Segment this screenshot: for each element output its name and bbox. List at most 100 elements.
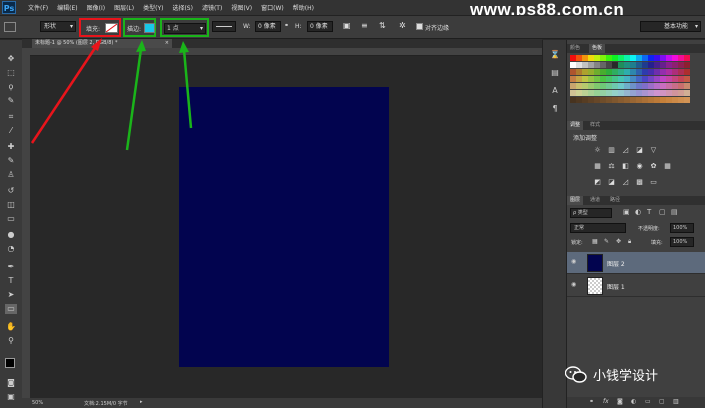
move-tool-icon[interactable]: ✥ (5, 54, 17, 64)
menu-filter[interactable]: 滤镜(T) (202, 3, 222, 12)
brush-tool-icon[interactable]: ✎ (5, 156, 17, 166)
zoom-level[interactable]: 50% (32, 400, 43, 406)
character-panel-icon[interactable]: A (549, 86, 561, 96)
link-icon[interactable]: ⚭ (284, 22, 289, 29)
quick-mask-icon[interactable]: ◙ (5, 378, 17, 388)
tab-color[interactable]: 颜色 (567, 44, 583, 53)
filter-smart-icon[interactable]: ▤ (671, 208, 678, 216)
color-lookup-icon[interactable]: ▦ (663, 162, 672, 170)
gradient-tool-icon[interactable]: ▭ (5, 214, 17, 224)
swatches-grid[interactable] (570, 55, 692, 103)
tab-layers[interactable]: 图层 (567, 196, 584, 205)
type-tool-icon[interactable]: T (5, 276, 17, 286)
layer-filter-select[interactable]: ρ 类型 (570, 208, 612, 218)
tab-channels[interactable]: 通道 (587, 196, 603, 205)
color-swatch[interactable] (684, 97, 690, 103)
clone-stamp-tool-icon[interactable]: ♙ (5, 170, 17, 180)
menu-edit[interactable]: 编辑(E) (57, 3, 77, 12)
blur-tool-icon[interactable]: ● (5, 230, 17, 240)
path-selection-tool-icon[interactable]: ➤ (5, 290, 17, 300)
curves-icon[interactable]: ◿ (621, 146, 630, 154)
paragraph-panel-icon[interactable]: ¶ (549, 104, 561, 114)
lock-icon[interactable]: 🔒︎ (628, 238, 631, 246)
stroke-type-select[interactable] (212, 21, 236, 32)
color-swatch[interactable] (684, 76, 690, 82)
gear-icon[interactable]: ✲ (399, 21, 406, 30)
chevron-right-icon[interactable]: ▸ (140, 399, 143, 405)
eraser-tool-icon[interactable]: ◫ (5, 200, 17, 210)
foreground-color-swatch[interactable] (5, 358, 15, 368)
pen-tool-icon[interactable]: ✒ (5, 262, 17, 272)
tab-adjustments[interactable]: 调整 (567, 121, 584, 130)
hue-saturation-icon[interactable]: ▦ (593, 162, 602, 170)
quick-select-tool-icon[interactable]: ✎ (5, 96, 17, 106)
rectangle-tool-icon[interactable]: ▭ (5, 304, 17, 314)
width-input[interactable]: 0 像素 (255, 21, 281, 32)
healing-brush-tool-icon[interactable]: ✚ (5, 142, 17, 152)
menu-type[interactable]: 类型(Y) (143, 3, 163, 12)
document-canvas[interactable] (179, 87, 389, 367)
path-arrangement-icon[interactable]: ⇅ (379, 21, 386, 30)
new-group-icon[interactable]: ▭ (645, 398, 651, 405)
menu-select[interactable]: 选择(S) (172, 3, 193, 12)
layer-row[interactable]: ◉ 图层 2 (567, 252, 705, 274)
brightness-icon[interactable]: ☼ (593, 146, 602, 154)
eye-icon[interactable]: ◉ (571, 282, 579, 288)
path-alignment-icon[interactable]: ≡ (361, 21, 368, 30)
tab-styles[interactable]: 样式 (587, 121, 603, 130)
menu-window[interactable]: 窗口(W) (261, 3, 284, 12)
menu-file[interactable]: 文件(F) (28, 3, 48, 12)
channel-mixer-icon[interactable]: ✿ (649, 162, 658, 170)
screen-mode-icon[interactable]: ▣ (5, 392, 17, 402)
layer-style-icon[interactable]: fx (603, 398, 609, 405)
tool-preset-icon[interactable] (4, 22, 16, 32)
mode-select[interactable]: 形状 ▾ (40, 21, 76, 32)
filter-shape-icon[interactable]: ▢ (659, 208, 666, 216)
opacity-input[interactable]: 100% (670, 223, 694, 233)
hand-tool-icon[interactable]: ✋ (5, 322, 17, 332)
layer-name[interactable]: 图层 1 (607, 282, 625, 291)
color-swatch[interactable] (684, 90, 690, 96)
menu-layer[interactable]: 图层(L) (114, 3, 134, 12)
layer-name[interactable]: 图层 2 (607, 259, 625, 268)
history-brush-tool-icon[interactable]: ↺ (5, 186, 17, 196)
menu-image[interactable]: 图像(I) (87, 3, 105, 12)
filter-type-icon[interactable]: T (647, 208, 651, 216)
color-swatch[interactable] (684, 55, 690, 61)
vibrance-icon[interactable]: ▽ (649, 146, 658, 154)
stroke-size-input[interactable]: 1 点 ▾ (164, 23, 206, 34)
fill-opacity-input[interactable]: 100% (670, 237, 694, 247)
layer-row[interactable]: ◉ 图层 1 (567, 275, 705, 297)
filter-adjust-icon[interactable]: ◐ (635, 208, 641, 216)
color-swatch[interactable] (684, 62, 690, 68)
exposure-icon[interactable]: ◪ (635, 146, 644, 154)
add-mask-icon[interactable]: ◙ (617, 398, 623, 405)
lock-image-icon[interactable]: ✎ (604, 238, 609, 245)
lasso-tool-icon[interactable]: ϙ (5, 82, 17, 92)
close-icon[interactable]: × (165, 39, 169, 48)
levels-icon[interactable]: ▥ (607, 146, 616, 154)
black-white-icon[interactable]: ◧ (621, 162, 630, 170)
color-swatch[interactable] (684, 83, 690, 89)
eye-icon[interactable]: ◉ (571, 259, 579, 265)
crop-tool-icon[interactable]: ⌗ (5, 112, 17, 122)
workspace-select[interactable]: 基本功能 ▾ (640, 21, 701, 32)
stroke-swatch[interactable] (144, 23, 155, 33)
marquee-tool-icon[interactable]: ⬚ (5, 68, 17, 78)
dodge-tool-icon[interactable]: ◔ (5, 244, 17, 254)
history-panel-icon[interactable]: ⌛ (549, 50, 561, 60)
lock-pixels-icon[interactable]: ▦ (592, 238, 598, 245)
color-balance-icon[interactable]: ⚖ (607, 162, 616, 170)
align-edges-checkbox[interactable] (416, 23, 423, 30)
menu-view[interactable]: 视图(V) (231, 3, 252, 12)
tab-paths[interactable]: 路径 (607, 196, 623, 205)
photo-filter-icon[interactable]: ◉ (635, 162, 644, 170)
eyedropper-tool-icon[interactable]: ⁄ (5, 126, 17, 136)
menu-help[interactable]: 帮助(H) (293, 3, 314, 12)
filter-image-icon[interactable]: ▣ (623, 208, 630, 216)
color-swatch[interactable] (684, 69, 690, 75)
path-operations-icon[interactable]: ▣ (343, 21, 351, 30)
blend-mode-select[interactable]: 正常 (570, 223, 626, 233)
document-tab[interactable]: 未标题-1 @ 50% (图层 2, RGB/8) * × (32, 39, 172, 48)
trash-icon[interactable]: ▥ (673, 398, 679, 405)
